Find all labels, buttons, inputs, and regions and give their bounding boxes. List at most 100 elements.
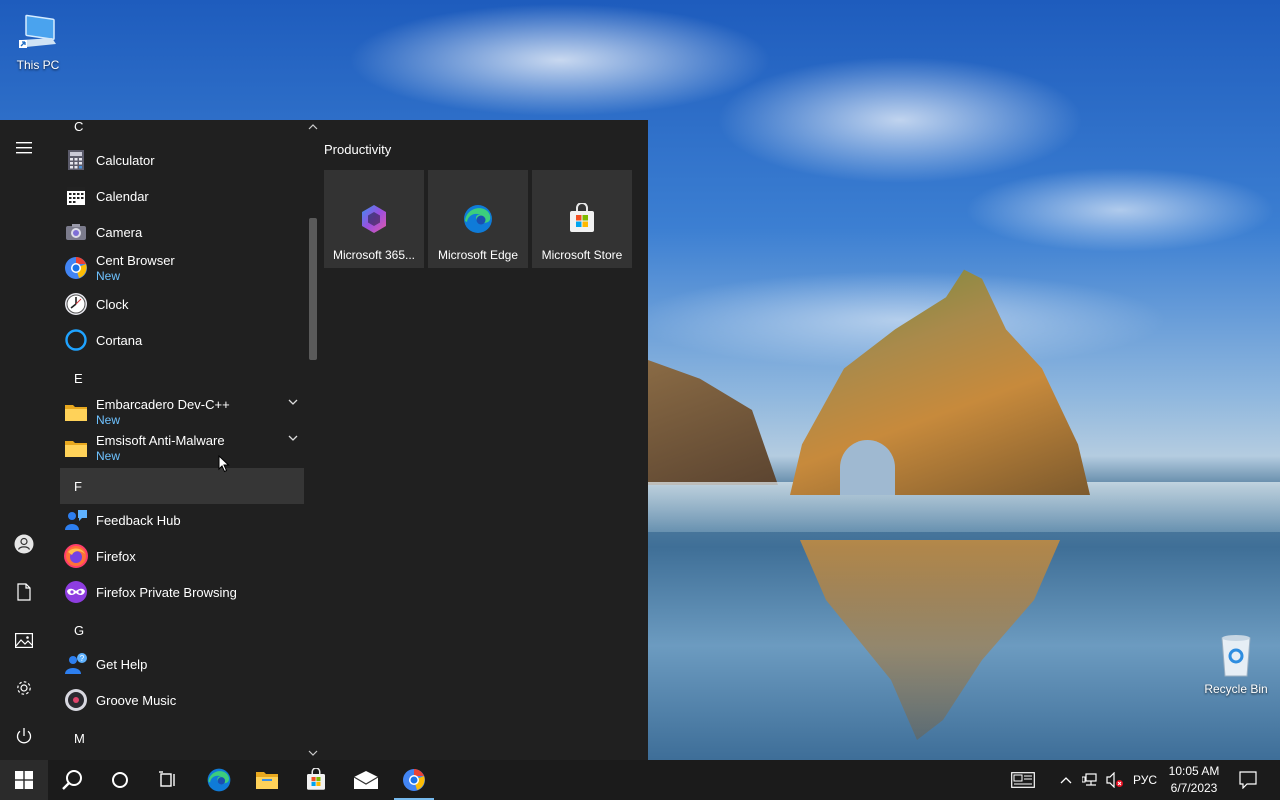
notification-icon bbox=[1239, 771, 1257, 789]
svg-text:?: ? bbox=[80, 654, 85, 663]
microsoft-365-icon bbox=[362, 205, 386, 233]
power-icon bbox=[16, 728, 32, 744]
news-widget-button[interactable] bbox=[1004, 760, 1042, 800]
volume-button[interactable] bbox=[1104, 760, 1126, 800]
file-explorer-icon bbox=[256, 772, 278, 789]
letter-header-g[interactable]: G bbox=[60, 612, 304, 648]
calculator-icon bbox=[64, 148, 88, 172]
tile-label: Microsoft Store bbox=[541, 248, 623, 262]
tile-microsoft-365[interactable]: Microsoft 365... bbox=[324, 170, 424, 268]
app-name: Calendar bbox=[96, 188, 149, 204]
input-language-button[interactable]: РУС bbox=[1128, 760, 1162, 800]
taskbar-edge[interactable] bbox=[195, 760, 243, 800]
letter-header-e[interactable]: E bbox=[60, 360, 304, 396]
show-hidden-icons-button[interactable] bbox=[1056, 760, 1076, 800]
tile-label: Microsoft Edge bbox=[437, 248, 519, 262]
cent-browser-icon bbox=[64, 256, 88, 280]
wallpaper-rock-arch bbox=[790, 269, 1090, 495]
power-button[interactable] bbox=[0, 712, 48, 760]
letter-label: M bbox=[74, 730, 85, 746]
scroll-down-icon[interactable] bbox=[308, 748, 318, 758]
tile-group-title[interactable]: Productivity bbox=[324, 142, 391, 157]
app-name: Embarcadero Dev-C++ bbox=[96, 397, 230, 412]
letter-label: F bbox=[74, 478, 82, 494]
network-icon bbox=[1082, 773, 1097, 786]
app-item-get-help[interactable]: ? Get Help bbox=[60, 646, 304, 682]
clock-date: 6/7/2023 bbox=[1170, 781, 1218, 795]
taskbar: РУС 10:05 AM 6/7/2023 bbox=[0, 760, 1280, 800]
app-item-feedback-hub[interactable]: Feedback Hub bbox=[60, 502, 304, 538]
letter-label: G bbox=[74, 622, 85, 638]
mouse-cursor-icon bbox=[218, 455, 230, 473]
app-item-clock[interactable]: Clock bbox=[60, 286, 304, 322]
wallpaper-arch-opening bbox=[840, 440, 895, 495]
start-button[interactable] bbox=[0, 760, 48, 800]
account-button[interactable] bbox=[0, 520, 48, 568]
tile-microsoft-store[interactable]: Microsoft Store bbox=[532, 170, 632, 268]
calendar-icon bbox=[64, 184, 88, 208]
app-item-camera[interactable]: Camera bbox=[60, 214, 304, 250]
app-list-scrollbar[interactable] bbox=[306, 120, 320, 760]
clock-time: 10:05 AM bbox=[1168, 764, 1220, 778]
chevron-up-icon bbox=[1060, 777, 1072, 784]
taskbar-mail[interactable] bbox=[342, 760, 390, 800]
taskbar-cent-browser[interactable] bbox=[390, 760, 438, 800]
task-view-button[interactable] bbox=[144, 760, 192, 800]
app-name: Firefox Private Browsing bbox=[96, 584, 237, 600]
letter-header-f[interactable]: F bbox=[60, 468, 304, 504]
app-item-cent-browser[interactable]: Cent Browser New bbox=[60, 250, 304, 286]
expand-button[interactable] bbox=[0, 124, 48, 172]
app-name: Cortana bbox=[96, 332, 143, 348]
search-button[interactable] bbox=[48, 760, 96, 800]
store-icon bbox=[570, 203, 594, 232]
documents-button[interactable] bbox=[0, 568, 48, 616]
tile-microsoft-edge[interactable]: Microsoft Edge bbox=[428, 170, 528, 268]
scrollbar-thumb[interactable] bbox=[309, 218, 317, 360]
get-help-icon: ? bbox=[64, 652, 88, 676]
app-item-emsisoft-anti-malware[interactable]: Emsisoft Anti-Malware New bbox=[60, 430, 304, 466]
app-name: Calculator bbox=[96, 152, 155, 168]
start-icon bbox=[15, 771, 33, 789]
desktop-icon-this-pc[interactable]: This PC bbox=[0, 10, 76, 72]
app-item-calendar[interactable]: Calendar bbox=[60, 178, 304, 214]
pictures-button[interactable] bbox=[0, 616, 48, 664]
app-name: Cent Browser bbox=[96, 253, 175, 268]
cortana-icon bbox=[112, 772, 128, 788]
search-icon bbox=[62, 770, 82, 790]
mail-icon bbox=[353, 771, 379, 789]
app-item-firefox-private-browsing[interactable]: Firefox Private Browsing bbox=[60, 574, 304, 610]
app-item-cortana[interactable]: Cortana bbox=[60, 322, 304, 358]
app-item-calculator[interactable]: Calculator bbox=[60, 142, 304, 178]
folder-icon bbox=[64, 400, 88, 424]
app-item-embarcadero-dev-cpp[interactable]: Embarcadero Dev-C++ New bbox=[60, 394, 304, 430]
edge-icon bbox=[207, 768, 231, 792]
tile-label: Microsoft 365... bbox=[332, 248, 416, 262]
taskbar-store[interactable] bbox=[292, 760, 340, 800]
chevron-down-icon[interactable] bbox=[288, 434, 298, 442]
hamburger-menu-icon bbox=[16, 142, 32, 154]
wallpaper-reflection bbox=[800, 540, 1060, 740]
scroll-up-icon[interactable] bbox=[308, 122, 318, 132]
app-item-firefox[interactable]: Firefox bbox=[60, 538, 304, 574]
groove-music-icon bbox=[64, 688, 88, 712]
document-icon bbox=[17, 583, 31, 601]
action-center-button[interactable] bbox=[1230, 760, 1266, 800]
taskbar-file-explorer[interactable] bbox=[243, 760, 291, 800]
app-list: C Calculator Calendar Camera Cent Browse… bbox=[48, 120, 306, 760]
app-item-groove-music[interactable]: Groove Music bbox=[60, 682, 304, 718]
chevron-down-icon[interactable] bbox=[288, 398, 298, 406]
start-menu-rail bbox=[0, 120, 48, 760]
desktop-icon-label: This PC bbox=[16, 58, 60, 72]
taskbar-clock[interactable]: 10:05 AM 6/7/2023 bbox=[1162, 763, 1226, 797]
desktop-icon-label: Recycle Bin bbox=[1204, 682, 1268, 696]
recycle-bin-icon bbox=[1221, 635, 1251, 677]
edge-icon bbox=[464, 205, 492, 233]
letter-label: E bbox=[74, 370, 83, 386]
letter-header-c[interactable]: C bbox=[60, 120, 304, 144]
settings-button[interactable] bbox=[0, 664, 48, 712]
letter-header-m[interactable]: M bbox=[60, 720, 304, 756]
network-button[interactable] bbox=[1080, 760, 1102, 800]
app-name: Clock bbox=[96, 296, 129, 312]
cortana-button[interactable] bbox=[96, 760, 144, 800]
desktop-icon-recycle-bin[interactable]: Recycle Bin bbox=[1198, 632, 1274, 696]
